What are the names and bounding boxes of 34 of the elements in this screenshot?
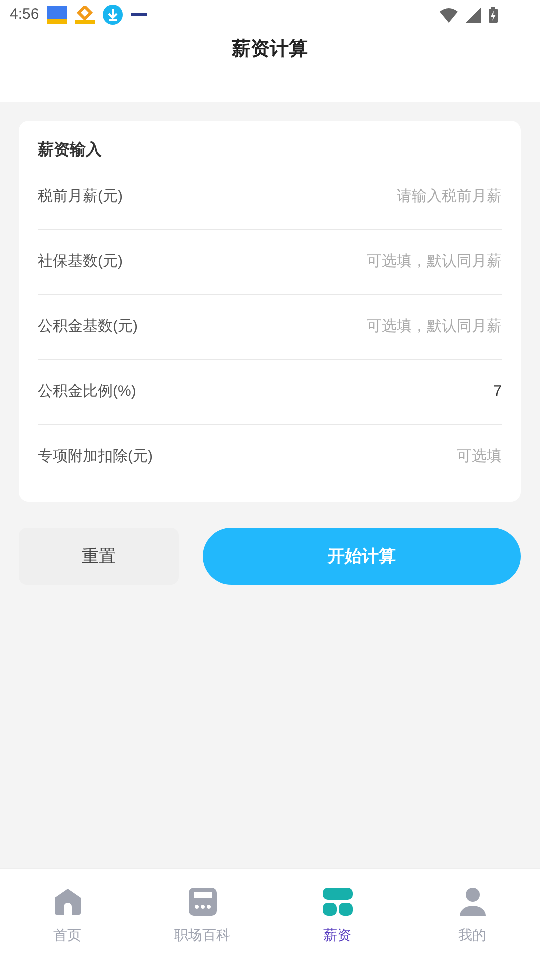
calculator-icon	[188, 887, 218, 917]
input-field[interactable]: 可选填，默认同月薪	[123, 250, 502, 274]
home-icon	[52, 887, 82, 917]
signal-icon	[466, 8, 481, 22]
app-notification-icon	[75, 6, 96, 24]
tab-bar-item[interactable]: 首页	[0, 869, 135, 960]
field-label: 专项附加扣除(元)	[38, 447, 153, 468]
download-icon	[103, 5, 124, 25]
tab-bar-item[interactable]: 我的	[405, 869, 540, 960]
tab-label: 职场百科	[174, 926, 230, 945]
tab-bar-item[interactable]: 薪资	[270, 869, 405, 960]
app-notification-icon	[47, 6, 68, 24]
reset-button[interactable]: 重置	[19, 528, 179, 585]
status-time: 4:56	[10, 4, 40, 25]
field-label: 公积金基数(元)	[38, 316, 138, 337]
app-notification-icon	[131, 12, 148, 18]
input-field[interactable]: 7	[136, 380, 502, 404]
wifi-icon	[440, 8, 458, 22]
page-title: 薪资计算	[232, 38, 308, 62]
calculate-button[interactable]: 开始计算	[203, 528, 521, 585]
tab-label: 我的	[458, 926, 486, 945]
tab-label: 薪资	[324, 926, 352, 945]
input-field[interactable]: 可选填	[153, 446, 502, 469]
person-icon	[458, 887, 488, 917]
section-title: 薪资输入	[38, 140, 103, 161]
field-label: 公积金比例(%)	[38, 382, 136, 402]
input-field[interactable]: 请输入税前月薪	[123, 186, 502, 208]
tab-bar-item[interactable]: 职场百科	[135, 869, 270, 960]
input-field[interactable]: 可选填，默认同月薪	[138, 316, 502, 338]
field-label: 社保基数(元)	[38, 252, 123, 272]
field-label: 税前月薪(元)	[38, 186, 123, 207]
battery-icon	[489, 7, 498, 23]
tab-label: 首页	[54, 926, 82, 945]
grid-icon	[322, 887, 352, 917]
